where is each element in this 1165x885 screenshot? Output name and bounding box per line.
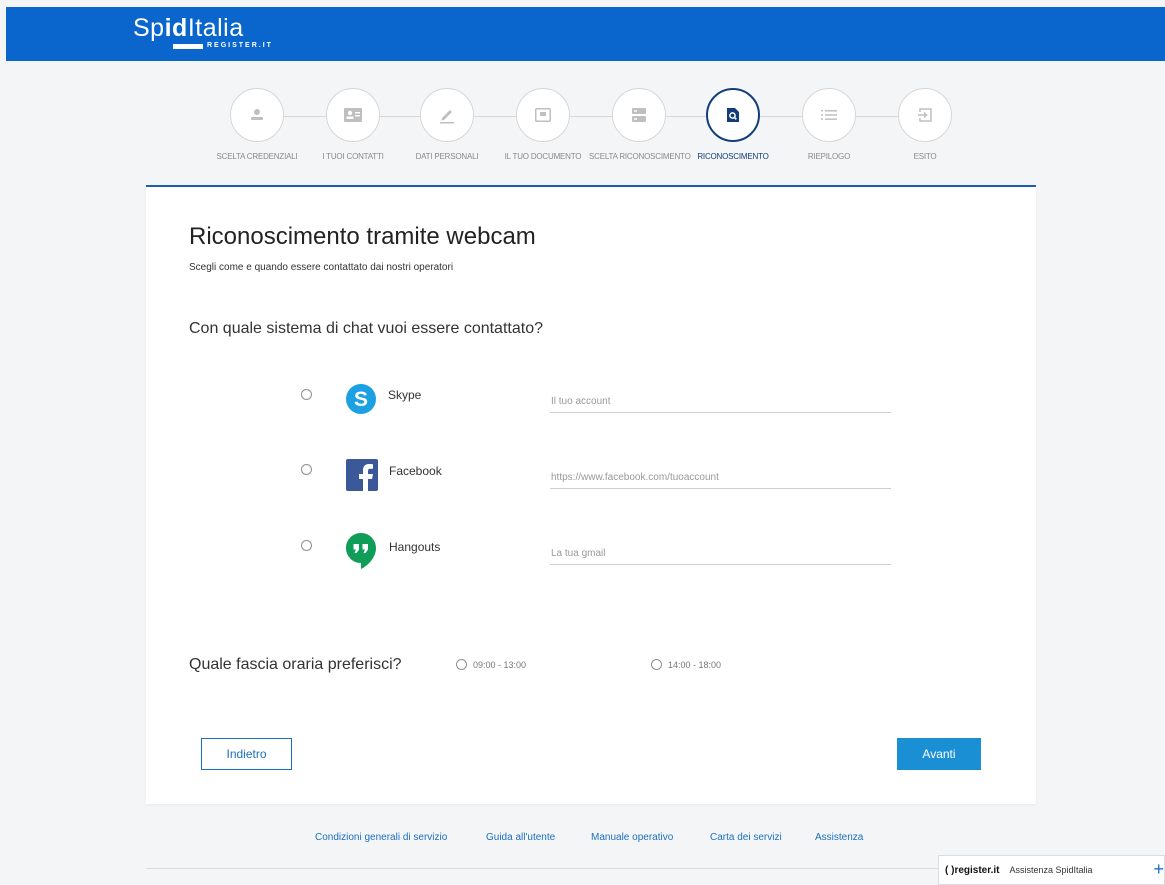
pencil-icon: [420, 88, 474, 142]
facebook-url-input[interactable]: [550, 466, 891, 489]
step-i-tuoi-contatti: I TUOI CONTATTI: [303, 88, 403, 161]
spid-italia-logo[interactable]: SpidItalia REGISTER.IT: [133, 14, 271, 49]
svg-text:S: S: [354, 388, 368, 411]
step-dati-personali: DATI PERSONALI: [397, 88, 497, 161]
assistance-widget-label: Assistenza SpidItalia: [1009, 865, 1093, 875]
step-scelta-credenziali: SCELTA CREDENZIALI: [207, 88, 307, 161]
register-it-logo: ( )register.it: [945, 864, 1000, 876]
skype-label: Skype: [388, 388, 422, 402]
time-slot-afternoon-label: 14:00 - 18:00: [668, 659, 722, 670]
logo-text-id: id: [164, 14, 188, 42]
next-button[interactable]: Avanti: [897, 738, 981, 770]
skype-icon: S: [346, 384, 376, 414]
back-button[interactable]: Indietro: [201, 738, 292, 770]
step-esito: ESITO: [875, 88, 975, 161]
user-icon: [230, 88, 284, 142]
facebook-label: Facebook: [389, 464, 442, 478]
footer-link-conditions[interactable]: Condizioni generali di servizio: [315, 832, 447, 843]
page-subtitle: Scegli come e quando essere contattato d…: [189, 262, 454, 273]
radio-facebook[interactable]: [301, 464, 312, 475]
time-question: Quale fascia oraria preferisci?: [189, 656, 402, 673]
step-riconoscimento: RICONOSCIMENTO: [683, 88, 783, 161]
contact-card-icon: [326, 88, 380, 142]
logo-register-sub: REGISTER.IT: [173, 42, 273, 49]
step-label: SCELTA CREDENZIALI: [216, 152, 298, 161]
radio-hangouts[interactable]: [301, 540, 312, 551]
radio-slot-morning[interactable]: [456, 659, 467, 670]
document-icon: [516, 88, 570, 142]
step-label: ESITO: [913, 152, 937, 161]
hangouts-label: Hangouts: [389, 540, 441, 554]
footer-link-user-guide[interactable]: Guida all'utente: [486, 832, 555, 843]
list-icon: [802, 88, 856, 142]
logo-text-italia: Italia: [187, 14, 244, 42]
step-il-tuo-documento: IL TUO DOCUMENTO: [493, 88, 593, 161]
chat-question: Con quale sistema di chat vuoi essere co…: [189, 320, 543, 337]
radio-slot-afternoon[interactable]: [651, 659, 662, 670]
hangouts-gmail-input[interactable]: [550, 542, 891, 565]
facebook-icon: [346, 459, 378, 491]
progress-steps: SCELTA CREDENZIALI I TUOI CONTATTI DATI …: [146, 64, 1036, 186]
step-label: SCELTA RICONOSCIMENTO: [589, 152, 691, 161]
time-slot-morning[interactable]: 09:00 - 13:00: [456, 659, 526, 670]
step-riepilogo: RIEPILOGO: [779, 88, 879, 161]
plus-icon[interactable]: +: [1153, 859, 1164, 879]
step-label: DATI PERSONALI: [415, 152, 479, 161]
time-slot-afternoon[interactable]: 14:00 - 18:00: [651, 659, 721, 670]
step-label: RICONOSCIMENTO: [697, 152, 769, 161]
server-icon: [612, 88, 666, 142]
footer-link-service-charter[interactable]: Carta dei servizi: [710, 832, 782, 843]
footer-link-assistance[interactable]: Assistenza: [815, 832, 863, 843]
page-title: Riconoscimento tramite webcam: [189, 223, 536, 250]
time-slot-morning-label: 09:00 - 13:00: [473, 659, 527, 670]
exit-icon: [898, 88, 952, 142]
search-document-icon: [706, 88, 760, 142]
step-scelta-riconoscimento: SCELTA RICONOSCIMENTO: [589, 88, 691, 161]
top-bar: SpidItalia REGISTER.IT: [6, 7, 1165, 61]
footer-link-operating-manual[interactable]: Manuale operativo: [591, 832, 673, 843]
step-label: I TUOI CONTATTI: [322, 152, 384, 161]
step-label: IL TUO DOCUMENTO: [504, 152, 582, 161]
footer-divider: [146, 868, 1036, 869]
hangouts-icon: [346, 533, 376, 569]
skype-account-input[interactable]: [550, 390, 891, 413]
logo-text-sp: Sp: [133, 14, 165, 42]
assistance-widget[interactable]: ( )register.it Assistenza SpidItalia +: [938, 855, 1165, 885]
footer-links: Condizioni generali di servizio Guida al…: [0, 832, 1165, 848]
step-label: RIEPILOGO: [807, 152, 851, 161]
radio-skype[interactable]: [301, 389, 312, 400]
form-card: Riconoscimento tramite webcam Scegli com…: [146, 187, 1036, 804]
